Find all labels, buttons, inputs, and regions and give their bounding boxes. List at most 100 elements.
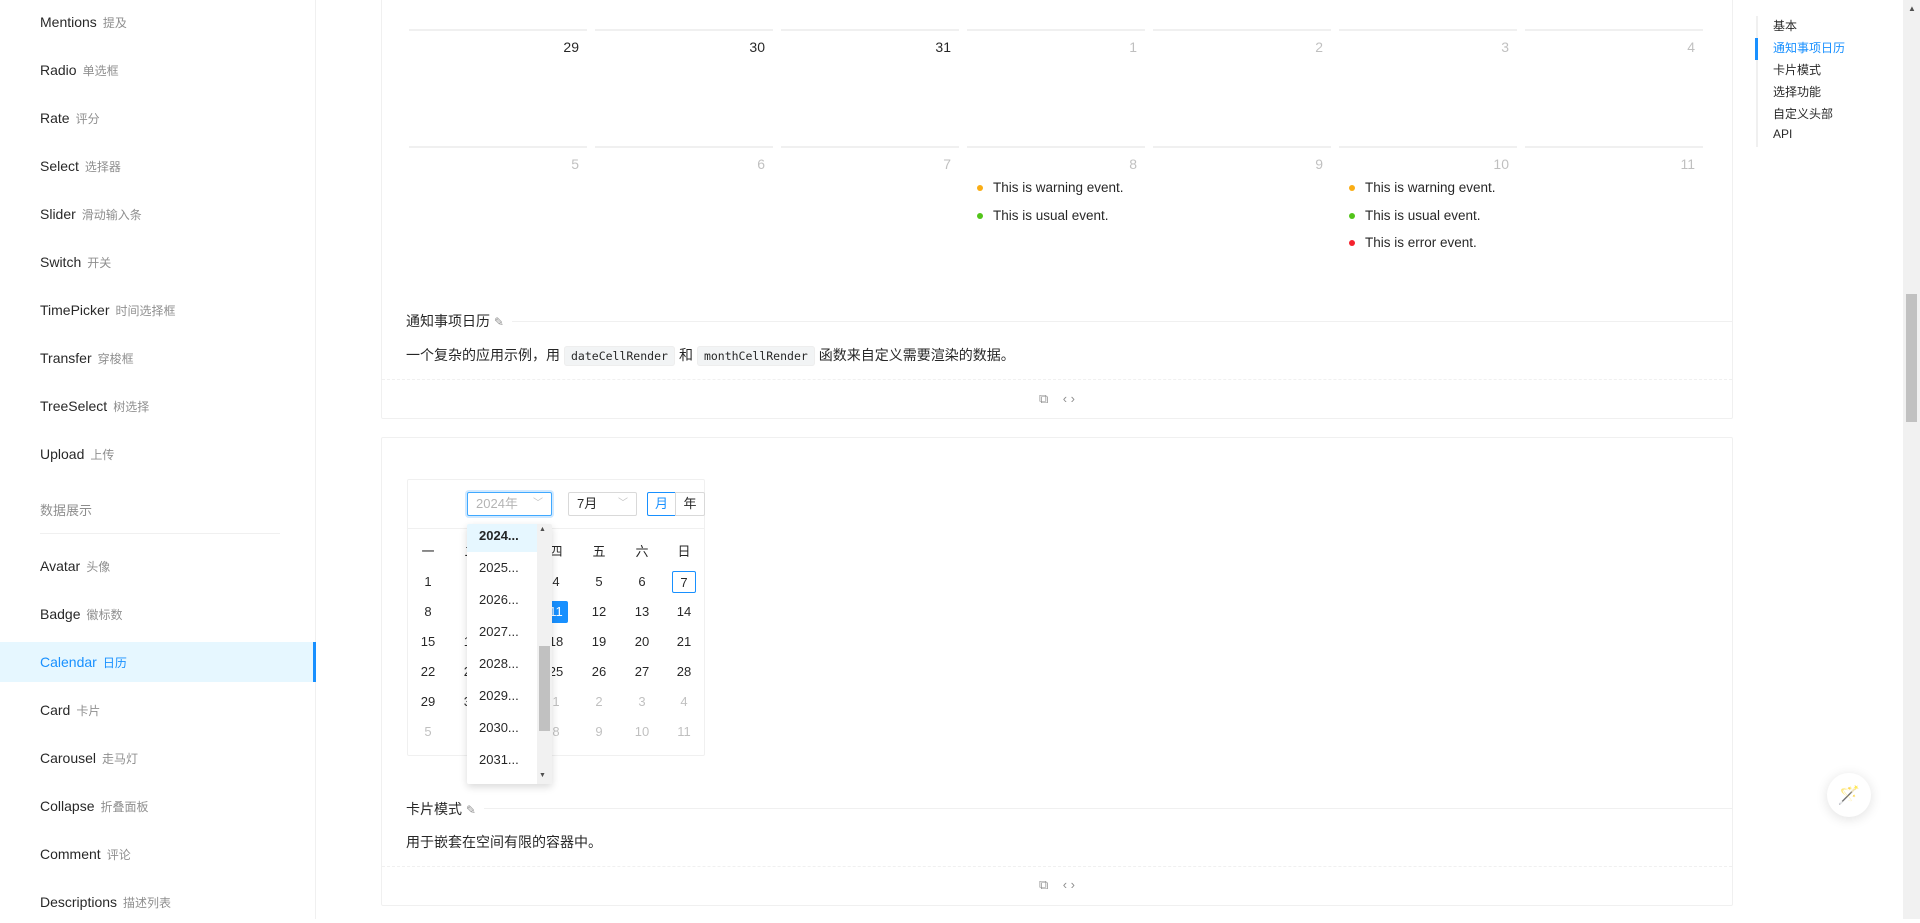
date-cell[interactable]: 7 <box>672 571 696 593</box>
date-cell[interactable]: 6 <box>630 571 654 593</box>
date-cell[interactable]: 10 This is warning event. This is usual ev… <box>1339 146 1517 256</box>
sidebar-item-radio[interactable]: Radio 单选框 <box>0 50 316 90</box>
copy-icon[interactable]: ⧉ <box>1039 877 1048 892</box>
date-cell[interactable]: 8 <box>416 601 440 623</box>
date-cell[interactable]: 15 <box>416 631 440 653</box>
date-cell[interactable]: 26 <box>587 661 611 683</box>
sidebar-item-slider[interactable]: Slider 滑动输入条 <box>0 194 316 234</box>
event-item[interactable]: This is usual event. <box>977 208 1109 223</box>
sidebar-item-label: TimePicker <box>40 302 110 318</box>
scroll-up-icon[interactable]: ▲ <box>539 526 546 533</box>
anchor-link[interactable]: 选择功能 <box>1773 83 1821 100</box>
date-cell[interactable]: 6 <box>595 146 773 256</box>
copy-icon[interactable]: ⧉ <box>1039 391 1048 406</box>
date-cell[interactable]: 5 <box>416 721 440 743</box>
sidebar-item-badge[interactable]: Badge 徽标数 <box>0 594 316 634</box>
date-cell[interactable]: 11 <box>1525 146 1703 256</box>
anchor-link[interactable]: 基本 <box>1773 17 1797 34</box>
sidebar-item-switch[interactable]: Switch 开关 <box>0 242 316 282</box>
sidebar-item-select[interactable]: Select 选择器 <box>0 146 316 186</box>
anchor-link[interactable]: 卡片模式 <box>1773 61 1821 78</box>
scrollbar-thumb[interactable] <box>1906 294 1917 422</box>
edit-icon[interactable]: ✎ <box>494 315 504 329</box>
date-cell[interactable]: 22 <box>416 661 440 683</box>
sidebar-item-descriptions[interactable]: Descriptions 描述列表 <box>0 882 316 922</box>
date-cell[interactable]: 1 <box>967 29 1145 139</box>
sidebar-item-calendar[interactable]: Calendar 日历 <box>0 642 316 682</box>
year-option[interactable]: 2029... <box>467 680 537 712</box>
date-cell[interactable]: 1 <box>416 571 440 593</box>
anchor-link[interactable]: 通知事项日历 <box>1773 39 1845 56</box>
date-cell[interactable]: 3 <box>630 691 654 713</box>
date-cell[interactable]: 5 <box>409 146 587 256</box>
mode-year-button[interactable]: 年 <box>675 492 705 516</box>
anchor-link[interactable]: API <box>1773 127 1792 141</box>
date-cell[interactable]: 8 This is warning event. This is usual eve… <box>967 146 1145 256</box>
date-cell[interactable]: 29 <box>416 691 440 713</box>
demo-description: 一个复杂的应用示例，用 dateCellRender 和 monthCellRende… <box>406 345 1015 366</box>
sidebar-item-treeselect[interactable]: TreeSelect 树选择 <box>0 386 316 426</box>
mode-month-button[interactable]: 月 <box>647 492 676 516</box>
date-cell[interactable]: 20 <box>630 631 654 653</box>
year-option[interactable]: 2028... <box>467 648 537 680</box>
magic-wand-icon: 🪄 <box>1837 785 1861 805</box>
sidebar-item-sublabel: 选择器 <box>84 160 121 174</box>
sidebar-item-carousel[interactable]: Carousel 走马灯 <box>0 738 316 778</box>
date-cell[interactable]: 21 <box>672 631 696 653</box>
date-number: 4 <box>1687 39 1695 55</box>
sidebar-item-rate[interactable]: Rate 评分 <box>0 98 316 138</box>
sidebar-item-transfer[interactable]: Transfer 穿梭框 <box>0 338 316 378</box>
code-icon[interactable]: ‹ › <box>1063 391 1075 406</box>
date-cell[interactable]: 5 <box>587 571 611 593</box>
sidebar-item-mentions[interactable]: Mentions 提及 <box>0 2 316 42</box>
date-number: 6 <box>757 156 765 172</box>
sidebar-item-card[interactable]: Card 卡片 <box>0 690 316 730</box>
year-option[interactable]: 2030... <box>467 712 537 744</box>
code-icon[interactable]: ‹ › <box>1063 877 1075 892</box>
date-cell[interactable]: 10 <box>630 721 654 743</box>
date-cell[interactable]: 19 <box>587 631 611 653</box>
dropdown-scrollbar[interactable]: ▲ ▼ <box>537 524 552 784</box>
event-item[interactable]: This is usual event. <box>1349 208 1481 223</box>
date-cell[interactable]: 11 <box>672 721 696 743</box>
scrollbar-thumb[interactable] <box>539 646 550 731</box>
event-item[interactable]: This is warning event. <box>977 180 1124 195</box>
date-cell[interactable]: 2 <box>587 691 611 713</box>
date-cell[interactable]: 2 <box>1153 29 1331 139</box>
sidebar-item-comment[interactable]: Comment 评论 <box>0 834 316 874</box>
sidebar-item-label: Transfer <box>40 350 92 366</box>
date-cell[interactable]: 7 <box>781 146 959 256</box>
event-item[interactable]: This is warning event. <box>1349 180 1496 195</box>
sidebar-item-avatar[interactable]: Avatar 头像 <box>0 546 316 586</box>
date-cell[interactable]: 27 <box>630 661 654 683</box>
date-cell[interactable]: 9 <box>1153 146 1331 256</box>
sidebar-item-upload[interactable]: Upload 上传 <box>0 434 316 474</box>
date-cell[interactable]: 13 <box>630 601 654 623</box>
year-option[interactable]: 2027... <box>467 616 537 648</box>
date-cell[interactable]: 31 <box>781 29 959 139</box>
year-option[interactable]: 2031... <box>467 744 537 776</box>
month-select[interactable]: 7月 ﹀ <box>568 492 637 516</box>
sidebar-item-timepicker[interactable]: TimePicker 时间选择框 <box>0 290 316 330</box>
anchor-link[interactable]: 自定义头部 <box>1773 105 1833 122</box>
date-cell[interactable]: 3 <box>1339 29 1517 139</box>
scroll-up-icon[interactable]: ▲ <box>1908 4 1916 13</box>
date-cell[interactable]: 14 <box>672 601 696 623</box>
date-cell[interactable]: 4 <box>1525 29 1703 139</box>
year-option[interactable]: 2024... <box>467 524 537 552</box>
event-item[interactable]: This is error event. <box>1349 235 1477 250</box>
page-scrollbar[interactable]: ▲ <box>1903 0 1920 919</box>
date-cell[interactable]: 28 <box>672 661 696 683</box>
date-cell[interactable]: 29 <box>409 29 587 139</box>
year-option[interactable]: 2025... <box>467 552 537 584</box>
sidebar-item-collapse[interactable]: Collapse 折叠面板 <box>0 786 316 826</box>
theme-editor-button[interactable]: 🪄 <box>1827 773 1871 817</box>
date-cell[interactable]: 30 <box>595 29 773 139</box>
date-cell[interactable]: 9 <box>587 721 611 743</box>
edit-icon[interactable]: ✎ <box>466 803 476 817</box>
date-cell[interactable]: 12 <box>587 601 611 623</box>
year-select[interactable]: 2024年 ﹀ <box>467 492 552 516</box>
scroll-down-icon[interactable]: ▼ <box>539 772 546 779</box>
date-cell[interactable]: 4 <box>672 691 696 713</box>
year-option[interactable]: 2026... <box>467 584 537 616</box>
